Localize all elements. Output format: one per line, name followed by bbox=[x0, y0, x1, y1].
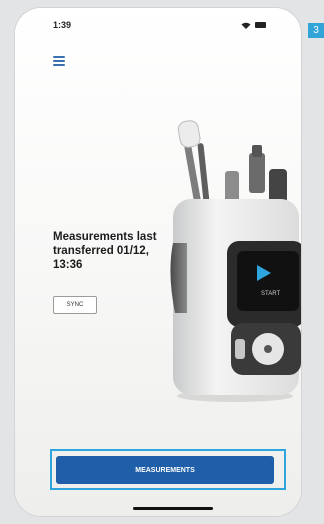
device-control-pad bbox=[231, 323, 301, 375]
status-bar: 1:39 bbox=[15, 8, 301, 42]
device-display: START bbox=[227, 241, 301, 327]
hamburger-menu-icon[interactable] bbox=[51, 54, 67, 68]
step-number-badge: 3 bbox=[308, 23, 324, 38]
device-screen-label: START bbox=[261, 291, 280, 297]
last-transfer-text: Measurements last transferred 01/12, 13:… bbox=[53, 231, 157, 271]
transfer-info: Measurements last transferred 01/12, 13:… bbox=[53, 230, 173, 272]
status-time: 1:39 bbox=[53, 20, 72, 30]
signal-icon bbox=[241, 22, 251, 29]
battery-icon bbox=[255, 22, 266, 28]
measurements-button[interactable]: MEASUREMENTS bbox=[56, 456, 274, 484]
device-illustration: START bbox=[170, 120, 301, 402]
home-indicator bbox=[133, 507, 213, 510]
sync-button[interactable]: SYNC bbox=[53, 296, 97, 314]
phone-screen: 1:39 START Measurements last transferred… bbox=[15, 8, 301, 516]
